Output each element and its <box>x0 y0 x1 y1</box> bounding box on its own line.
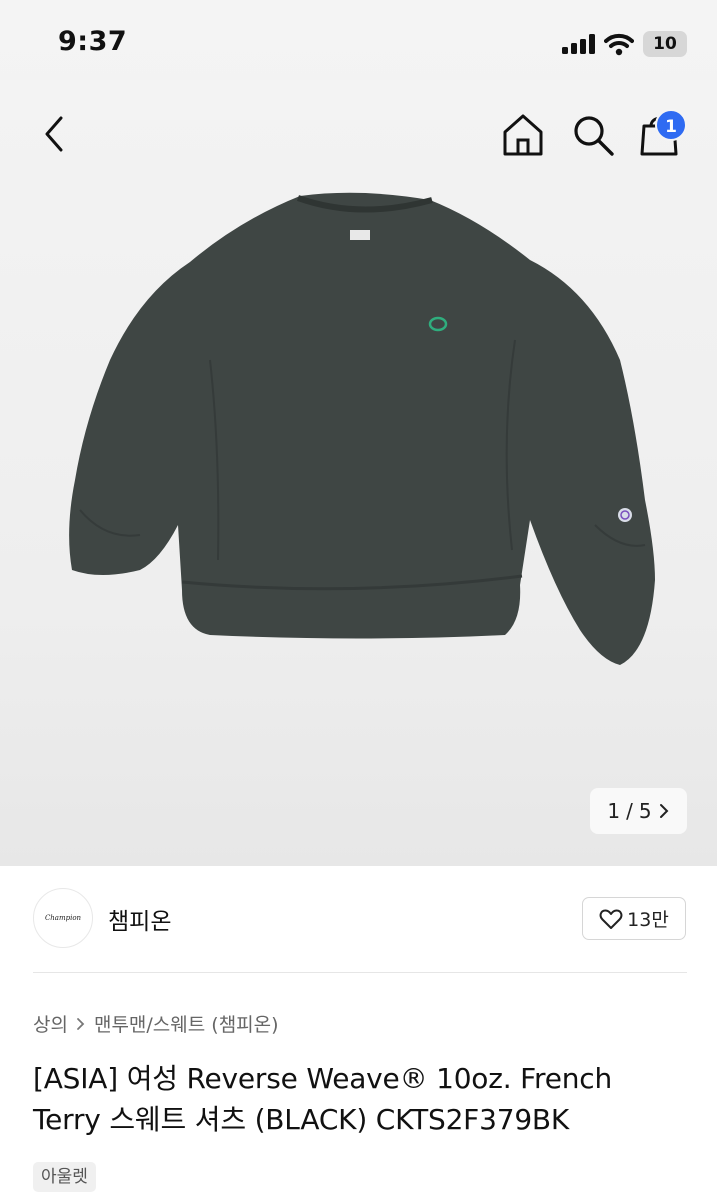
product-title: [ASIA] 여성 Reverse Weave® 10oz. French Te… <box>33 1058 693 1140</box>
gallery-pager[interactable]: 1 / 5 <box>590 788 687 834</box>
cart-count-badge: 1 <box>655 109 687 141</box>
status-time: 9:37 <box>58 26 128 57</box>
brand-logo[interactable]: Champion <box>33 888 93 948</box>
gallery-separator: / <box>626 799 633 823</box>
heart-icon <box>599 909 623 929</box>
breadcrumb-subcategory[interactable]: 맨투맨/스웨트 (챔피온) <box>94 1010 279 1037</box>
search-icon[interactable] <box>570 112 616 158</box>
breadcrumb-category[interactable]: 상의 <box>33 1010 68 1037</box>
product-title-line-1: [ASIA] 여성 Reverse Weave® 10oz. French <box>33 1062 613 1095</box>
battery-indicator: 10 <box>643 31 687 57</box>
like-button[interactable]: 13만 <box>582 897 686 940</box>
like-count: 13만 <box>627 909 669 931</box>
sweatshirt-image <box>69 192 655 666</box>
product-image-gallery[interactable]: 9:37 10 1 1 / 5 <box>0 0 717 866</box>
divider <box>33 972 687 973</box>
brand-logo-text: Champion <box>44 914 82 922</box>
signal-icon <box>562 34 595 54</box>
outlet-tag: 아울렛 <box>33 1162 96 1192</box>
breadcrumb: 상의 맨투맨/스웨트 (챔피온) <box>33 1010 279 1037</box>
chevron-right-icon <box>659 804 669 818</box>
product-title-line-2: Terry 스웨트 셔츠 (BLACK) CKTS2F379BK <box>33 1103 570 1136</box>
brand-row: Champion 챔피온 13만 <box>33 888 687 950</box>
gallery-current: 1 <box>607 799 621 823</box>
back-arrow-icon[interactable] <box>36 114 76 154</box>
status-bar: 9:37 10 <box>0 0 717 90</box>
wifi-icon <box>604 33 634 56</box>
brand-name[interactable]: 챔피온 <box>108 902 171 936</box>
gallery-total: 5 <box>638 799 652 823</box>
home-icon[interactable] <box>500 112 546 158</box>
chevron-right-icon <box>77 1017 85 1030</box>
